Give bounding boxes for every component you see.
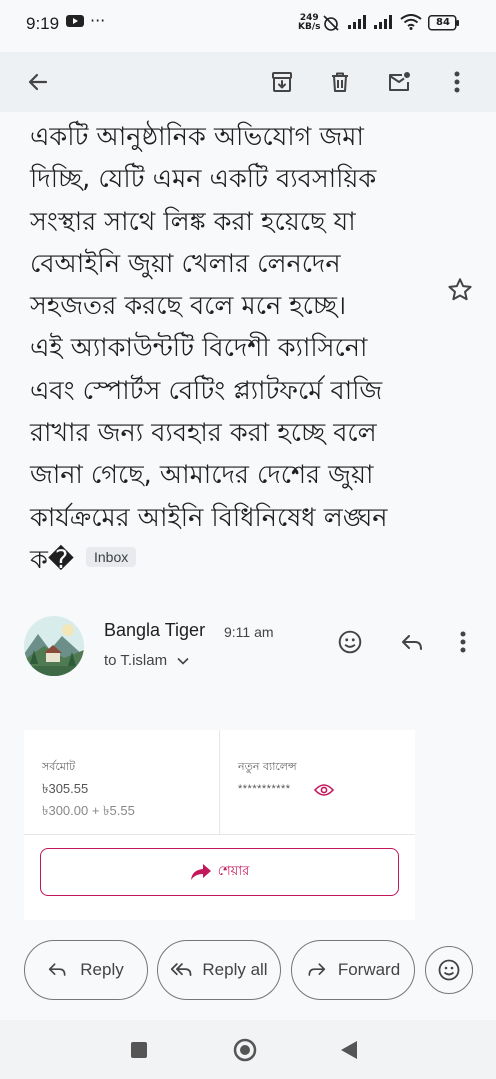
eye-icon [313, 784, 335, 796]
emoji-icon [438, 959, 460, 981]
balance-value: *********** [238, 783, 291, 795]
archive-icon [272, 72, 292, 92]
reply-icon [49, 963, 66, 976]
react-button[interactable] [425, 946, 473, 994]
top-app-bar [0, 52, 496, 112]
triangle-back-icon [341, 1041, 357, 1059]
sender-name: Bangla Tiger [104, 620, 206, 640]
subject-line: বেআইনি জুয়া খেলার লেনদেন [30, 248, 341, 279]
mark-unread-icon [389, 72, 410, 91]
chevron-down-icon [177, 657, 189, 665]
balance-label: নতুন ব্যালেন্স [238, 760, 297, 773]
transaction-card: সর্বমোট ৳305.55 ৳300.00 + ৳5.55 নতুন ব্য… [24, 730, 415, 920]
share-arrow-icon [190, 864, 211, 880]
mark-unread-button[interactable] [380, 62, 420, 102]
subject-last-line: ক� Inbox [30, 539, 440, 581]
star-button[interactable] [446, 276, 474, 304]
home-button[interactable] [233, 1038, 257, 1066]
back-nav-button[interactable] [340, 1040, 358, 1064]
wifi-icon [400, 14, 422, 34]
signal-strength-icon [346, 14, 368, 34]
more-options-button[interactable] [437, 62, 477, 102]
youtube-notification-icon [66, 13, 84, 32]
forward-label: Forward [337, 960, 401, 979]
card-column-divider [219, 730, 220, 834]
reply-all-button[interactable]: Reply all [157, 940, 281, 1000]
delete-button[interactable] [320, 62, 360, 102]
recents-button[interactable] [130, 1041, 148, 1063]
arrow-back-icon [28, 73, 48, 91]
recipient-details-toggle[interactable]: to T.islam [104, 652, 189, 669]
signal-strength-2-icon [372, 14, 394, 34]
reply-label: Reply [80, 960, 124, 979]
status-time: 9:19 [26, 14, 60, 33]
subject-line: কার্যক্রমের আইনি বিধিনিষেধ লঙ্ঘন [30, 502, 388, 533]
subject-line: দিচ্ছি, যেটি এমন একটি ব্যবসায়িক [30, 164, 377, 195]
more-vert-icon [460, 631, 466, 653]
card-row-divider [24, 834, 415, 835]
subject-line: রাখার জন্য ব্যবহার করা হচ্ছে বলে [30, 418, 377, 449]
reply-all-icon [171, 963, 192, 976]
total-amount: ৳305.55 [42, 781, 89, 796]
system-navigation-bar [0, 1020, 496, 1079]
landscape-avatar-image [24, 616, 84, 676]
total-label: সর্বমোট [42, 760, 76, 773]
subject-line: ক� [30, 544, 74, 575]
inbox-label-chip[interactable]: Inbox [86, 546, 137, 567]
subject-line: এবং স্পোর্টস বেটিং প্ল্যাটফর্মে বাজি [30, 375, 383, 406]
more-notifications-icon: ··· [90, 11, 106, 30]
subject-line: একটি আনুষ্ঠানিক অভিযোগ জমা [30, 122, 364, 152]
total-breakdown: ৳300.00 + ৳5.55 [42, 803, 135, 818]
network-speed: 249 KB/s [298, 14, 320, 32]
square-recents-icon [131, 1042, 147, 1058]
circle-home-icon [233, 1038, 257, 1062]
sender-avatar[interactable] [24, 616, 84, 676]
forward-icon [308, 963, 325, 976]
message-time: 9:11 am [224, 624, 274, 640]
status-bar: 9:19 ··· 249 KB/s 84 [0, 0, 496, 50]
recipient-text: to T.islam [104, 652, 168, 669]
trash-icon [332, 72, 348, 92]
subject-line: সংস্থার সাথে লিঙ্ক করা হয়েছে যা [30, 206, 356, 237]
subject-line: এই অ্যাকাউন্টটি বিদেশী ক্যাসিনো [30, 333, 368, 364]
back-button[interactable] [18, 62, 58, 102]
share-label: শেয়ার [217, 863, 250, 879]
subject-line: সহজতর করছে বলে মনে হচ্ছে। [30, 291, 347, 322]
subject-line: জানা গেছে, আমাদের দেশের জুয়া [30, 460, 374, 491]
emoji-icon [338, 630, 362, 654]
message-more-button[interactable] [447, 626, 479, 658]
share-button[interactable]: শেয়ার [40, 848, 399, 896]
battery-level: 84 [436, 17, 450, 28]
archive-button[interactable] [262, 62, 302, 102]
reply-icon [402, 635, 422, 650]
add-reaction-button[interactable] [334, 626, 366, 658]
reply-all-label: Reply all [202, 960, 268, 979]
reply-icon-button[interactable] [396, 626, 428, 658]
star-outline-icon [448, 278, 472, 301]
network-speed-unit: KB/s [298, 22, 321, 32]
reply-button[interactable]: Reply [24, 940, 148, 1000]
alarm-off-icon [322, 14, 340, 36]
email-subject: একটি আনুষ্ঠানিক অভিযোগ জমা দিচ্ছি, যেটি … [30, 116, 440, 581]
more-vert-icon [454, 71, 460, 93]
forward-button[interactable]: Forward [291, 940, 415, 1000]
reveal-balance-button[interactable] [313, 782, 335, 801]
